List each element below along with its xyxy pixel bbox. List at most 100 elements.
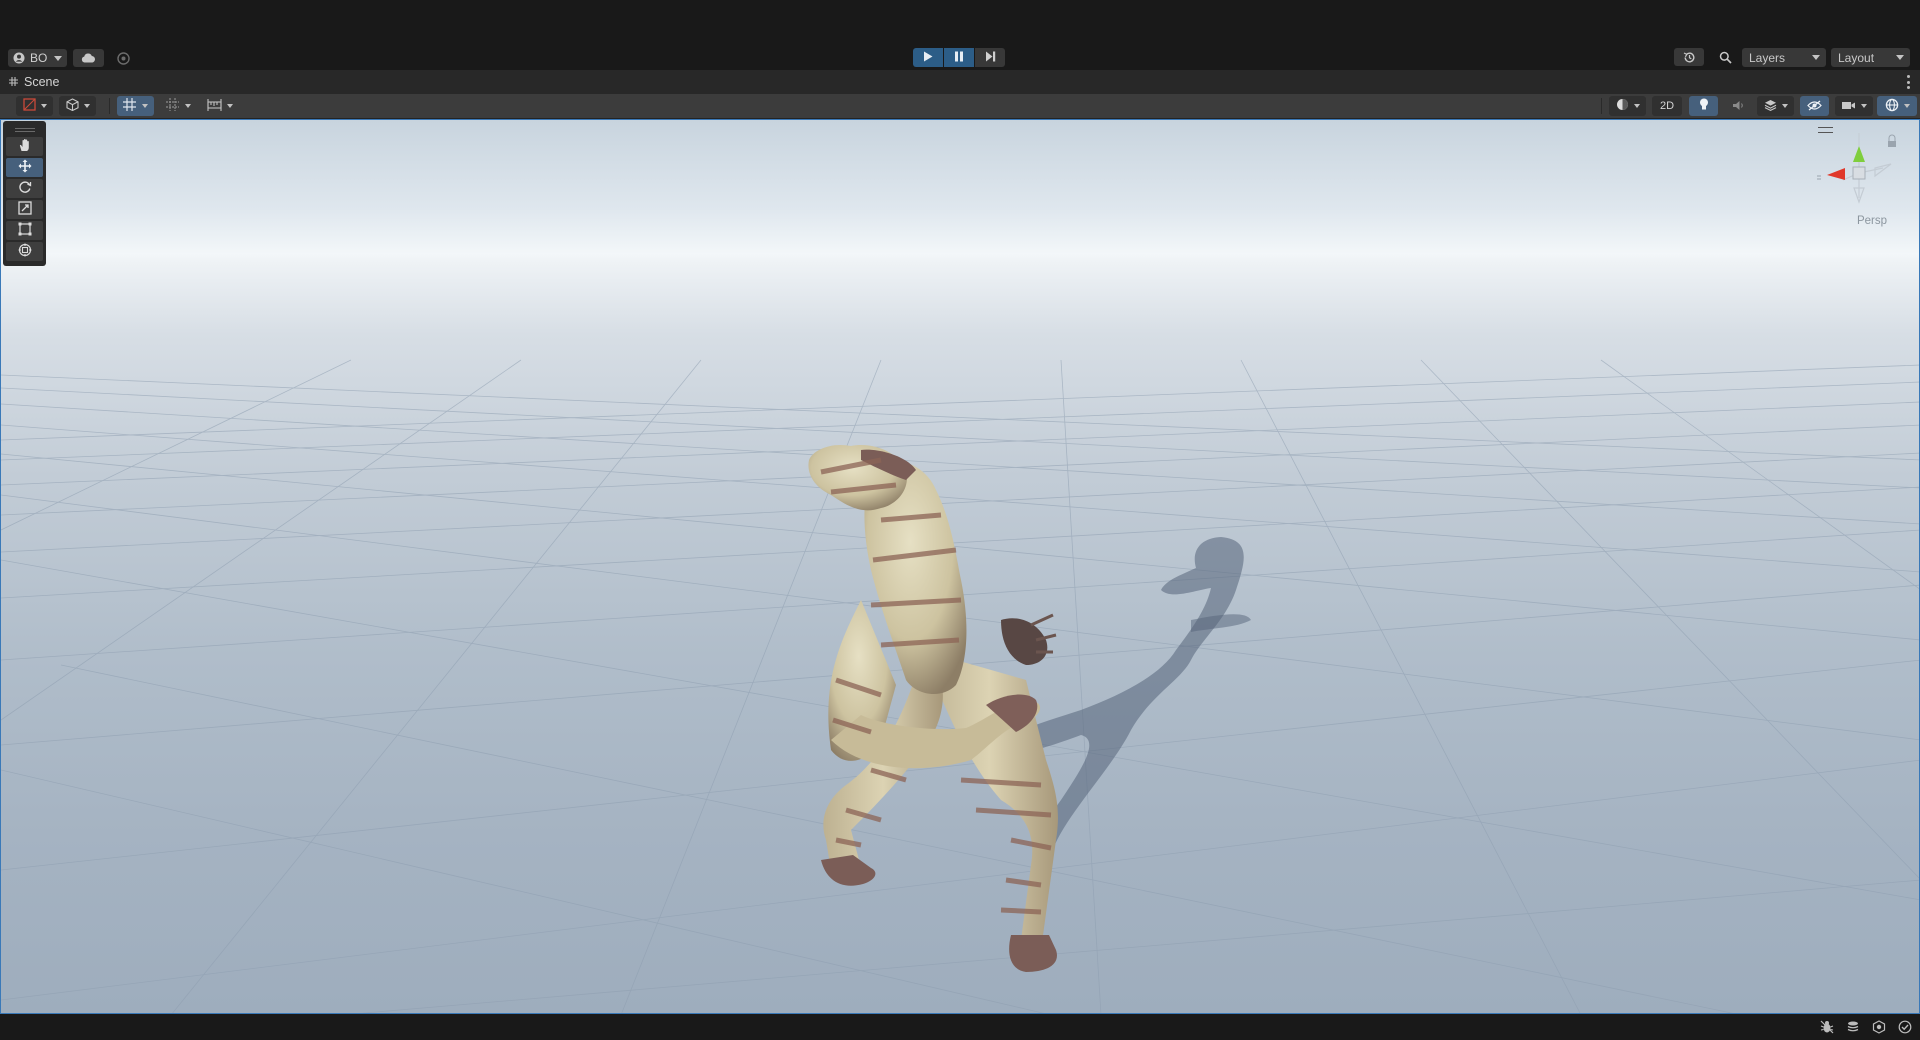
shading-mode-icon: [22, 98, 36, 114]
chevron-down-icon: [1896, 55, 1904, 60]
lightbulb-icon: [1699, 98, 1709, 114]
user-icon: [13, 52, 25, 64]
rect-tool[interactable]: [6, 221, 43, 240]
tool-palette: [3, 121, 46, 266]
gizmo-center[interactable]: [1852, 166, 1866, 180]
scene-tab-bar: Scene: [0, 70, 1920, 94]
render-mode-dropdown[interactable]: [59, 96, 96, 116]
layers-stack-icon: [1764, 99, 1777, 114]
chevron-down-icon: [54, 55, 63, 61]
layout-dropdown[interactable]: Layout: [1831, 48, 1910, 67]
grid-snap-toggle[interactable]: [117, 96, 154, 116]
tab-scene[interactable]: Scene: [0, 70, 59, 94]
play-button[interactable]: [913, 48, 943, 67]
rotate-icon: [18, 180, 32, 197]
increment-snap-dropdown[interactable]: [160, 96, 197, 116]
chevron-down-icon: [1903, 104, 1910, 108]
chevron-down-icon: [40, 104, 47, 108]
transform-tool[interactable]: [6, 242, 43, 261]
eye-slash-icon: [1807, 99, 1822, 114]
toolbar-separator: [1601, 98, 1602, 114]
vertex-snap-dropdown[interactable]: [201, 96, 238, 116]
scene-toolbar: 2D: [0, 94, 1920, 119]
toggle-2d-button[interactable]: 2D: [1652, 96, 1682, 116]
scale-icon: [17, 201, 32, 218]
transform-icon: [18, 243, 32, 260]
camera-dropdown[interactable]: [1835, 96, 1873, 116]
lighting-toggle[interactable]: [1689, 96, 1718, 116]
orientation-gizmo[interactable]: [1813, 128, 1905, 228]
bug-icon[interactable]: [1820, 1020, 1834, 1037]
gizmo-icon: [1885, 98, 1899, 115]
step-icon: [985, 50, 996, 65]
camera-icon: [1841, 99, 1856, 114]
chevron-down-icon: [1633, 104, 1640, 108]
scene-viewport[interactable]: Persp: [0, 119, 1920, 1014]
undo-history-button[interactable]: [1674, 48, 1704, 66]
collab-button[interactable]: [109, 49, 137, 67]
chevron-down-icon: [1861, 104, 1867, 108]
check-icon[interactable]: [1898, 1020, 1912, 1037]
lock-icon: [1888, 134, 1896, 143]
rotate-tool[interactable]: [6, 179, 43, 198]
gizmo-y-axis[interactable]: [1853, 146, 1865, 162]
hand-icon: [18, 138, 32, 155]
globe-icon[interactable]: [1872, 1020, 1886, 1037]
account-label: BO: [30, 51, 48, 65]
gizmo-neg-x-axis[interactable]: [1874, 163, 1892, 178]
mummy-character: [808, 444, 1058, 972]
move-tool[interactable]: [6, 158, 43, 177]
cube-icon: [65, 98, 79, 114]
ruler-icon: [206, 98, 222, 114]
snap-increment-icon: [166, 98, 180, 114]
history-icon: [1683, 51, 1696, 64]
gizmos-dropdown[interactable]: [1877, 96, 1917, 116]
account-dropdown[interactable]: BO: [8, 49, 67, 67]
scale-tool[interactable]: [6, 200, 43, 219]
projection-label[interactable]: Persp: [1857, 215, 1887, 227]
chevron-down-icon: [1781, 104, 1788, 108]
main-toolbar: BO Layers Layout: [0, 46, 1920, 70]
move-icon: [18, 159, 32, 176]
cloud-button[interactable]: [73, 49, 104, 67]
search-icon: [1719, 51, 1732, 64]
chevron-down-icon: [83, 104, 90, 108]
effects-dropdown[interactable]: [1757, 96, 1794, 116]
layers-dropdown[interactable]: Layers: [1742, 48, 1826, 67]
tab-scene-label: Scene: [24, 75, 60, 89]
play-controls: [913, 48, 1005, 67]
layers-label: Layers: [1749, 50, 1786, 65]
audio-toggle[interactable]: [1724, 96, 1753, 116]
draw-mode-dropdown[interactable]: [16, 96, 53, 116]
layout-label: Layout: [1838, 50, 1875, 65]
grid-snap-icon: [123, 98, 137, 114]
hand-tool[interactable]: [6, 137, 43, 156]
cloud-icon: [81, 53, 96, 63]
pause-icon: [954, 50, 964, 65]
step-button[interactable]: [975, 48, 1005, 67]
mode-2d-label: 2D: [1659, 100, 1675, 112]
drag-handle[interactable]: [14, 128, 35, 129]
chevron-down-icon: [1812, 55, 1820, 60]
shaded-sphere-icon: [1616, 98, 1629, 114]
search-button[interactable]: [1710, 48, 1740, 66]
stack-icon[interactable]: [1846, 1020, 1860, 1037]
speaker-icon: [1732, 99, 1745, 114]
status-icons: [1820, 1020, 1912, 1037]
gizmo-x-axis[interactable]: [1827, 168, 1845, 180]
chevron-down-icon: [226, 104, 233, 108]
play-icon: [923, 50, 933, 65]
chevron-down-icon: [185, 104, 191, 108]
chevron-down-icon: [142, 104, 148, 108]
collab-icon: [116, 51, 130, 65]
more-options-icon[interactable]: [1907, 75, 1910, 89]
scene-render: [1, 359, 1919, 1013]
shading-dropdown[interactable]: [1609, 96, 1646, 116]
title-bar: [0, 0, 1920, 46]
rect-icon: [18, 222, 32, 239]
hidden-objects-toggle[interactable]: [1800, 96, 1829, 116]
pause-button[interactable]: [944, 48, 974, 67]
toolbar-separator: [109, 98, 110, 114]
grid-icon: [9, 75, 18, 89]
status-bar: [0, 1014, 1920, 1040]
